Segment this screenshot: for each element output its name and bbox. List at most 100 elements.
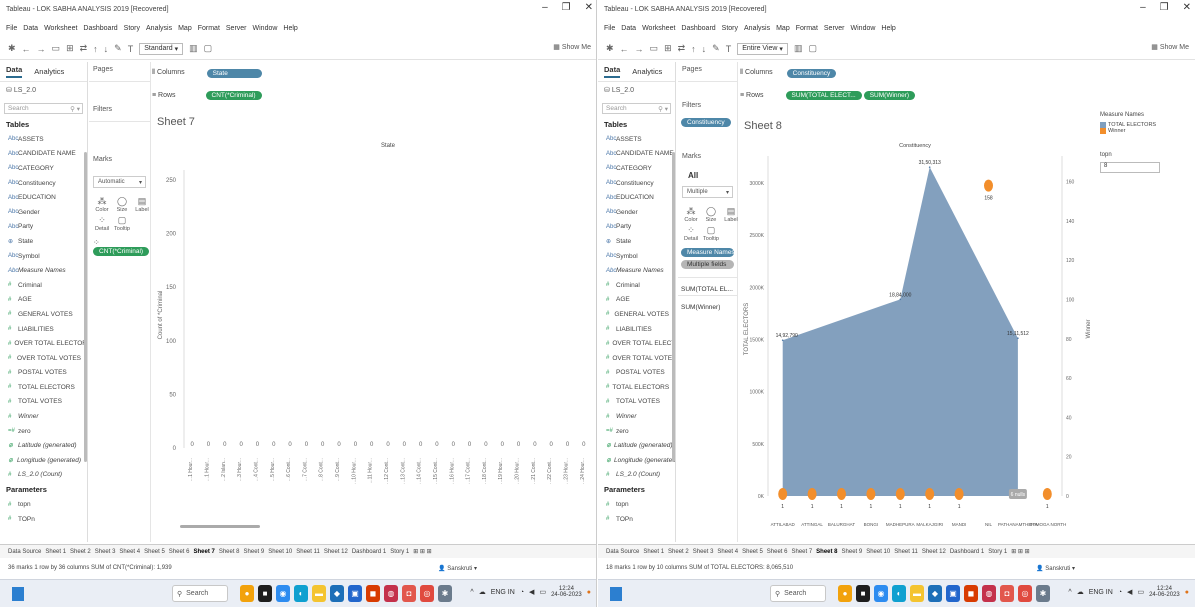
columns-pill[interactable]: Constituency (786, 68, 837, 78)
windows-start-icon[interactable] (610, 587, 622, 601)
presentation-icon[interactable]: ▢ (808, 43, 817, 54)
menu-item-data[interactable]: Data (621, 25, 636, 32)
mark-label-button[interactable]: ▤ Label (133, 196, 151, 213)
field-item[interactable]: ⊕ Latitude (generated) (0, 438, 87, 453)
field-item[interactable]: #OVER TOTAL ELECTORS (598, 336, 675, 351)
parameter-item[interactable]: # topn (598, 497, 675, 512)
field-item[interactable]: #OVER TOTAL ELECTORS (0, 336, 87, 351)
sheet-tab[interactable]: Sheet 5 (742, 549, 763, 555)
field-item[interactable]: # LS_2.0 (Count) (0, 468, 87, 483)
field-item[interactable]: =# zero (0, 424, 87, 439)
sheet-tab[interactable]: Data Source (606, 549, 639, 555)
chrome-icon[interactable]: ◎ (1018, 585, 1032, 602)
field-item[interactable]: Abc Measure Names (598, 263, 675, 278)
field-item[interactable]: # TOTAL VOTES (0, 395, 87, 410)
sheet-tab[interactable]: Story 1 (988, 549, 1007, 555)
mark-size-button[interactable]: ◯ Size (702, 206, 720, 223)
taskbar-search[interactable]: ⚲ Search (770, 585, 826, 602)
menu-item-window[interactable]: Window (851, 25, 876, 32)
sheet-tab[interactable]: Sheet 8 (219, 549, 240, 555)
fit-dropdown[interactable]: Entire View ▾ (737, 42, 788, 55)
sheet-tab[interactable]: Sheet 9 (842, 549, 863, 555)
sheet-tab[interactable]: Sheet 5 (144, 549, 165, 555)
parameter-input[interactable]: 8 (1100, 162, 1160, 173)
search-input[interactable]: Search ⚲ ▾ (602, 103, 671, 114)
menu-item-format[interactable]: Format (796, 25, 818, 32)
sort-desc-icon[interactable]: ↓ (104, 44, 109, 54)
rows-pill-winner[interactable]: SUM(Winner) (863, 90, 916, 100)
field-item[interactable]: # POSTAL VOTES (0, 366, 87, 381)
columns-pill[interactable]: State (206, 68, 262, 78)
speaker-icon[interactable]: ◀ (529, 588, 534, 596)
sheet-tab[interactable]: Sheet 11 (296, 549, 320, 555)
labels-icon[interactable]: T (726, 44, 732, 54)
search-input[interactable]: Search ⚲ ▾ (4, 103, 83, 114)
tableau-logo-icon[interactable]: ✱ (8, 43, 16, 54)
marks-sub-total-electors[interactable]: SUM(TOTAL EL... (678, 277, 737, 295)
edge-icon[interactable]: ◉ (874, 585, 888, 602)
new-sheet-icon[interactable]: ⊞ ⊞ ⊞ (1011, 548, 1029, 555)
mark-detail-button[interactable]: ⁘ Detail (682, 225, 700, 242)
menu-item-worksheet[interactable]: Worksheet (44, 25, 77, 32)
field-item[interactable]: Abc CANDIDATE NAME (598, 147, 675, 162)
field-item[interactable]: # Winner (598, 409, 675, 424)
field-item[interactable]: # LIABILITIES (0, 322, 87, 337)
rows-shelf[interactable]: ≡ Rows CNT(*Criminal) (152, 86, 262, 104)
sort-desc-icon[interactable]: ↓ (702, 44, 707, 54)
language-indicator[interactable]: ENG IN (491, 589, 515, 596)
chevron-up-icon[interactable]: ^ (1068, 589, 1071, 596)
new-sheet-icon[interactable]: ⊞ ⊞ ⊞ (413, 548, 431, 555)
sheet-tab[interactable]: Dashboard 1 (352, 549, 386, 555)
marks-all-tab[interactable]: All (678, 169, 737, 182)
electors-winner-dual-axis-chart[interactable]: Constituency 0K 500K 1000K 1500K 2000K 2500K 30… (740, 134, 1098, 539)
measure-names-pill[interactable]: Measure Names (681, 248, 735, 257)
fit-dropdown[interactable]: Standard ▾ (139, 42, 184, 55)
taskview-icon[interactable]: ■ (258, 585, 272, 602)
mark-type-dropdown[interactable]: Automatic ▾ (93, 176, 146, 188)
sheet-tab[interactable]: Sheet 2 (70, 549, 91, 555)
undo-icon[interactable]: ← (22, 44, 31, 54)
show-me-button[interactable]: ▦ Show Me (553, 43, 591, 51)
data-source-name[interactable]: ⛁ LS_2.0 (0, 82, 87, 100)
field-item[interactable]: # POSTAL VOTES (598, 366, 675, 381)
field-item[interactable]: Abc Constituency (0, 176, 87, 191)
app-icon-red[interactable]: ◍ (384, 585, 398, 602)
clock[interactable]: 12:24 24-06-2023 (1149, 586, 1180, 598)
clock[interactable]: 12:24 24-06-2023 (551, 586, 582, 598)
highlight-icon[interactable]: ✎ (712, 43, 720, 54)
menu-item-file[interactable]: File (6, 25, 17, 32)
file-explorer-icon[interactable]: ▬ (910, 585, 924, 602)
highlight-icon[interactable]: ✎ (114, 43, 122, 54)
cloud-icon[interactable]: ☁ (1077, 588, 1084, 596)
sort-asc-icon[interactable]: ↑ (691, 44, 696, 54)
menu-item-window[interactable]: Window (253, 25, 278, 32)
parameter-item[interactable]: # TOPn (598, 512, 675, 527)
menu-item-help[interactable]: Help (283, 25, 297, 32)
data-pane-scrollbar[interactable] (672, 152, 675, 462)
field-item[interactable]: ⊕ State (598, 234, 675, 249)
sheet-tab[interactable]: Sheet 3 (95, 549, 116, 555)
field-item[interactable]: # GENERAL VOTES (0, 307, 87, 322)
swap-icon[interactable]: ⇄ (80, 43, 88, 54)
menu-item-analysis[interactable]: Analysis (146, 25, 172, 32)
columns-shelf[interactable]: ⦀ Columns State (152, 64, 262, 82)
menu-item-file[interactable]: File (604, 25, 615, 32)
sheet-tab[interactable]: Sheet 4 (119, 549, 140, 555)
marks-sub-winner[interactable]: SUM(Winner) (678, 295, 737, 313)
columns-shelf[interactable]: ⦀ Columns Constituency (740, 64, 837, 82)
field-item[interactable]: Abc ASSETS (598, 132, 675, 147)
field-item[interactable]: Abc CATEGORY (0, 161, 87, 176)
labels-icon[interactable]: T (128, 44, 134, 54)
field-item[interactable]: # OVER TOTAL VOTES (0, 351, 87, 366)
tab-data[interactable]: Data (6, 65, 23, 78)
battery-icon[interactable]: ▭ (539, 588, 546, 596)
rows-shelf[interactable]: ≡ Rows SUM(TOTAL ELECT... SUM(Winner) (740, 86, 916, 104)
pages-card[interactable]: Pages (89, 62, 150, 82)
data-source-name[interactable]: ⛁ LS_2.0 (598, 82, 675, 100)
show-me-button[interactable]: ▦ Show Me (1151, 43, 1189, 51)
field-item[interactable]: Abc Symbol (0, 249, 87, 264)
field-item[interactable]: # OVER TOTAL VOTES (598, 351, 675, 366)
sheet-tab[interactable]: Sheet 12 (324, 549, 348, 555)
menu-item-help[interactable]: Help (881, 25, 895, 32)
tableau-app-icon[interactable]: ✱ (438, 585, 452, 602)
